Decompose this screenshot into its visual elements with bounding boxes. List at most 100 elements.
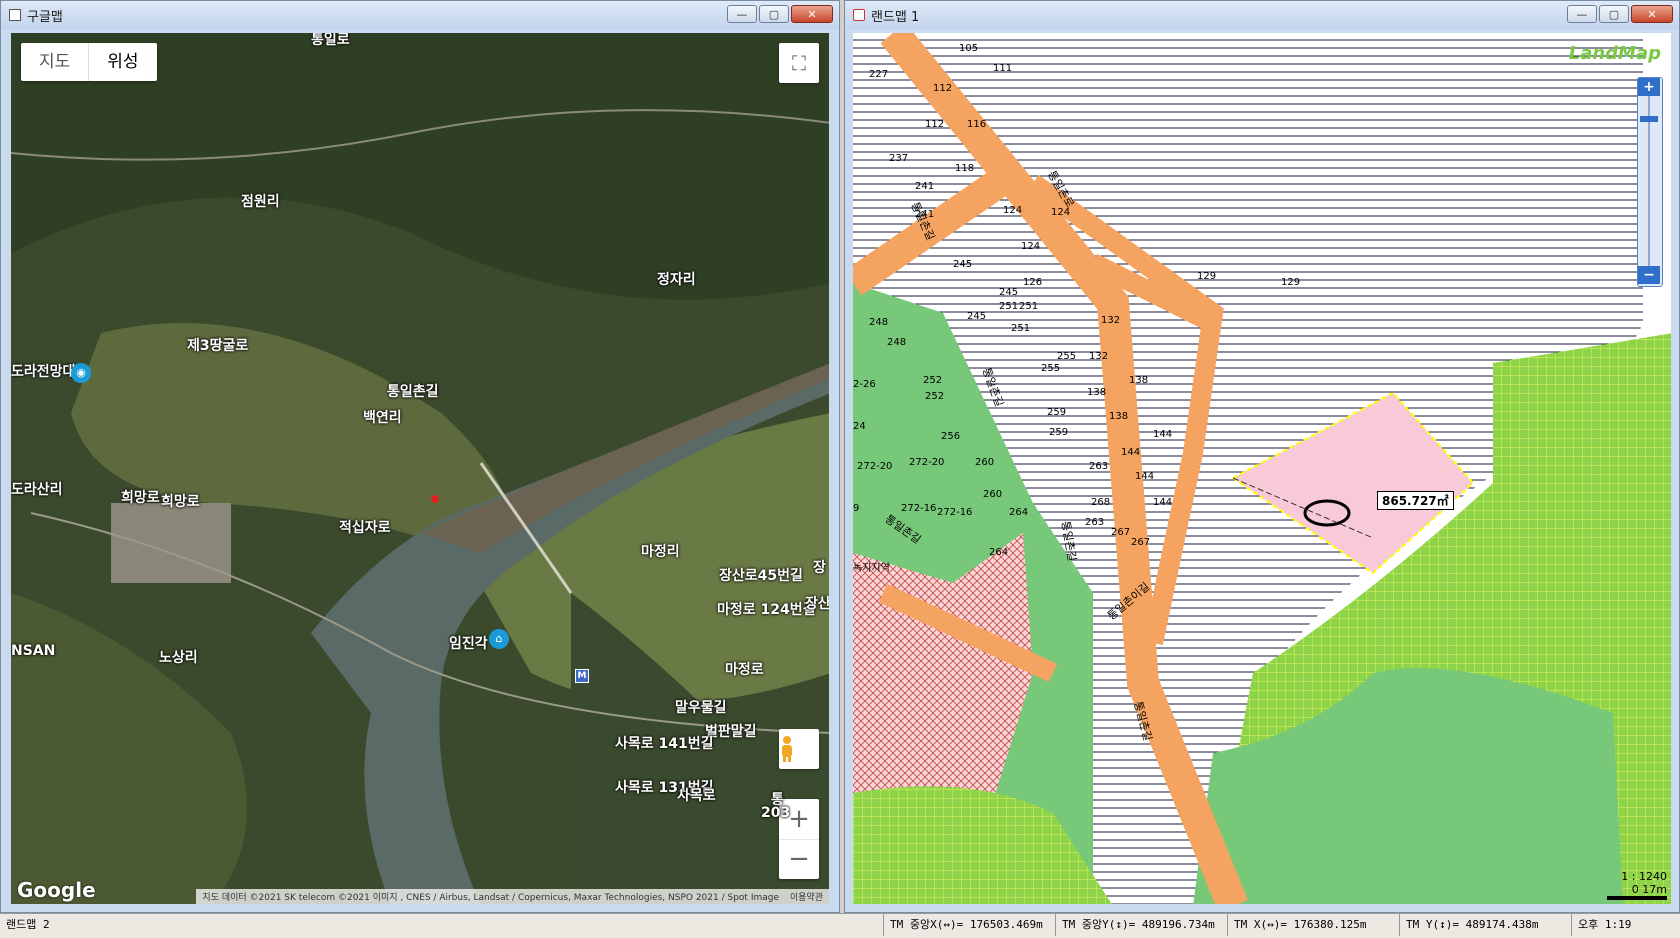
terms-link[interactable]: 이용약관 [790,893,823,903]
parcel-label: 245 [953,259,973,270]
place-label: 마정로 124번길 [717,602,816,618]
parcel-label: 252 [923,375,943,386]
parcel-label: 24 [853,421,866,432]
parcel-label: 272-16 [901,503,937,514]
place-label: 마정로 [725,662,764,678]
parcel-label: 132 [1101,315,1121,326]
place-label: 장산로45번길 [719,568,803,584]
parcel-label: 259 [1047,407,1067,418]
place-label: 적십자로 [339,520,391,536]
zoom-out-button[interactable]: − [779,839,819,880]
parcel-label: 251 [1019,301,1039,312]
google-logo: Google [17,878,96,902]
parcel-label: 264 [1009,507,1029,518]
maximize-button[interactable]: ▢ [1599,5,1629,23]
landmap-zoom-in-button[interactable]: + [1638,78,1660,96]
place-label: 사목로 [677,788,716,804]
landmap-zoom-control: + − [1637,77,1663,287]
parcel-label: 260 [975,457,995,468]
landmap-logo: LandMap [1568,43,1661,64]
parcel-label: 2-26 [853,379,876,390]
window-title: 랜드맵 1 [871,9,920,25]
map-view-button[interactable]: 지도 [21,43,88,81]
place-label: 백연리 [363,410,402,426]
parcel-label: 144 [1153,497,1173,508]
area-measurement: 865.727㎡ [1377,491,1454,510]
parcel-label: 227 [869,69,889,80]
parcel-label: 138 [1129,375,1149,386]
google-map-window: 구글맵 — ▢ ✕ 지도 위성 ⛶ + − 통일로 점원리 정자리 제3땅굴로 … [0,0,840,913]
parcel-label: 263 [1089,461,1109,472]
place-label: 노상리 [159,650,198,666]
attribution-text: 지도 데이터 ©2021 SK telecom ©2021 이미지 , CNES… [202,893,779,903]
parcel-label: 272-20 [857,461,893,472]
parcel-label: 124 [1003,205,1023,216]
parcel-label: 268 [1091,497,1111,508]
scale-bar-label: 0 17m [1631,883,1667,896]
close-button[interactable]: ✕ [1631,5,1673,23]
map-attribution: 지도 데이터 ©2021 SK telecom ©2021 이미지 , CNES… [196,889,829,904]
place-label: 임진각 [449,636,488,652]
place-label: 장산 [805,596,829,612]
parcel-label: 105 [959,43,979,54]
zone-label: 녹지지역 [853,563,890,574]
parcel-label: 255 [1057,351,1077,362]
parcel-label: 118 [955,163,975,174]
imjingak-landmark-icon[interactable]: ⌂ [489,629,509,649]
parcel-label: 267 [1111,527,1131,538]
parcel-label: 144 [1153,429,1173,440]
status-tm-x: TM X(↔)= 176380.125m [1228,914,1400,936]
place-label: 사목로 141번길 [615,736,714,752]
parcel-label: 129 [1197,271,1217,282]
zoom-slider[interactable] [1638,96,1662,266]
parcel-label: 111 [993,63,1013,74]
metro-station-icon[interactable]: M [575,669,589,683]
parcel-label: 252 [925,391,945,402]
observatory-camera-icon[interactable]: ◉ [71,363,91,383]
landmap-window: 랜드맵 1 — ▢ ✕ LandMap + − 105 111 227 112 … [844,0,1680,913]
status-time: 오후 1:19 [1578,918,1632,931]
place-label: 점원리 [241,194,280,210]
parcel-label: 245 [999,287,1019,298]
parcel-label: 124 [1021,241,1041,252]
status-tm-center-y: TM 중앙Y(↕)= 489196.734m [1056,914,1228,936]
parcel-label: 251 [999,301,1019,312]
parcel-label: 126 [1023,277,1043,288]
landmap-app-icon [853,9,865,21]
place-label: 희망로 [121,490,160,506]
parcel-label: 256 [941,431,961,442]
parcel-label: 255 [1041,363,1061,374]
cadastral-map[interactable]: LandMap + − 105 111 227 112 112 116 237 … [853,33,1671,904]
parcel-label: 267 [1131,537,1151,548]
minimize-button[interactable]: — [727,5,757,23]
fullscreen-button[interactable]: ⛶ [779,43,819,83]
place-label: 도라전망대 [11,364,76,380]
street-view-pegman-icon[interactable] [779,729,819,769]
minimize-button[interactable]: — [1567,5,1597,23]
parcel-label: 251 [1011,323,1031,334]
google-map-titlebar[interactable]: 구글맵 [1,1,839,29]
maximize-button[interactable]: ▢ [759,5,789,23]
place-label: 도라산리 [11,482,63,498]
parcel-label: 248 [887,337,907,348]
satellite-view-button[interactable]: 위성 [88,43,156,81]
parcel-label: 259 [1049,427,1069,438]
landmap-titlebar[interactable]: 랜드맵 1 [845,1,1679,29]
parcel-label: 9 [853,503,860,514]
parcel-label: 138 [1109,411,1129,422]
parcel-label: 116 [967,119,987,130]
parcel-label: 245 [967,311,987,322]
place-label: 203 [761,805,791,821]
parcel-label: 129 [1281,277,1301,288]
zoom-slider-handle[interactable] [1640,116,1658,122]
close-button[interactable]: ✕ [791,5,833,23]
place-label: 마정리 [641,544,680,560]
landmap-zoom-out-button[interactable]: − [1638,266,1660,284]
satellite-map[interactable]: 지도 위성 ⛶ + − 통일로 점원리 정자리 제3땅굴로 도라전망대 통일촌길… [11,33,829,904]
parcel-label: 264 [989,547,1009,558]
parcel-label: 112 [925,119,945,130]
scale-ratio: 1 : 1240 [1621,870,1667,883]
parcel-label: 248 [869,317,889,328]
parcel-label: 138 [1087,387,1107,398]
parcel-label: 112 [933,83,953,94]
